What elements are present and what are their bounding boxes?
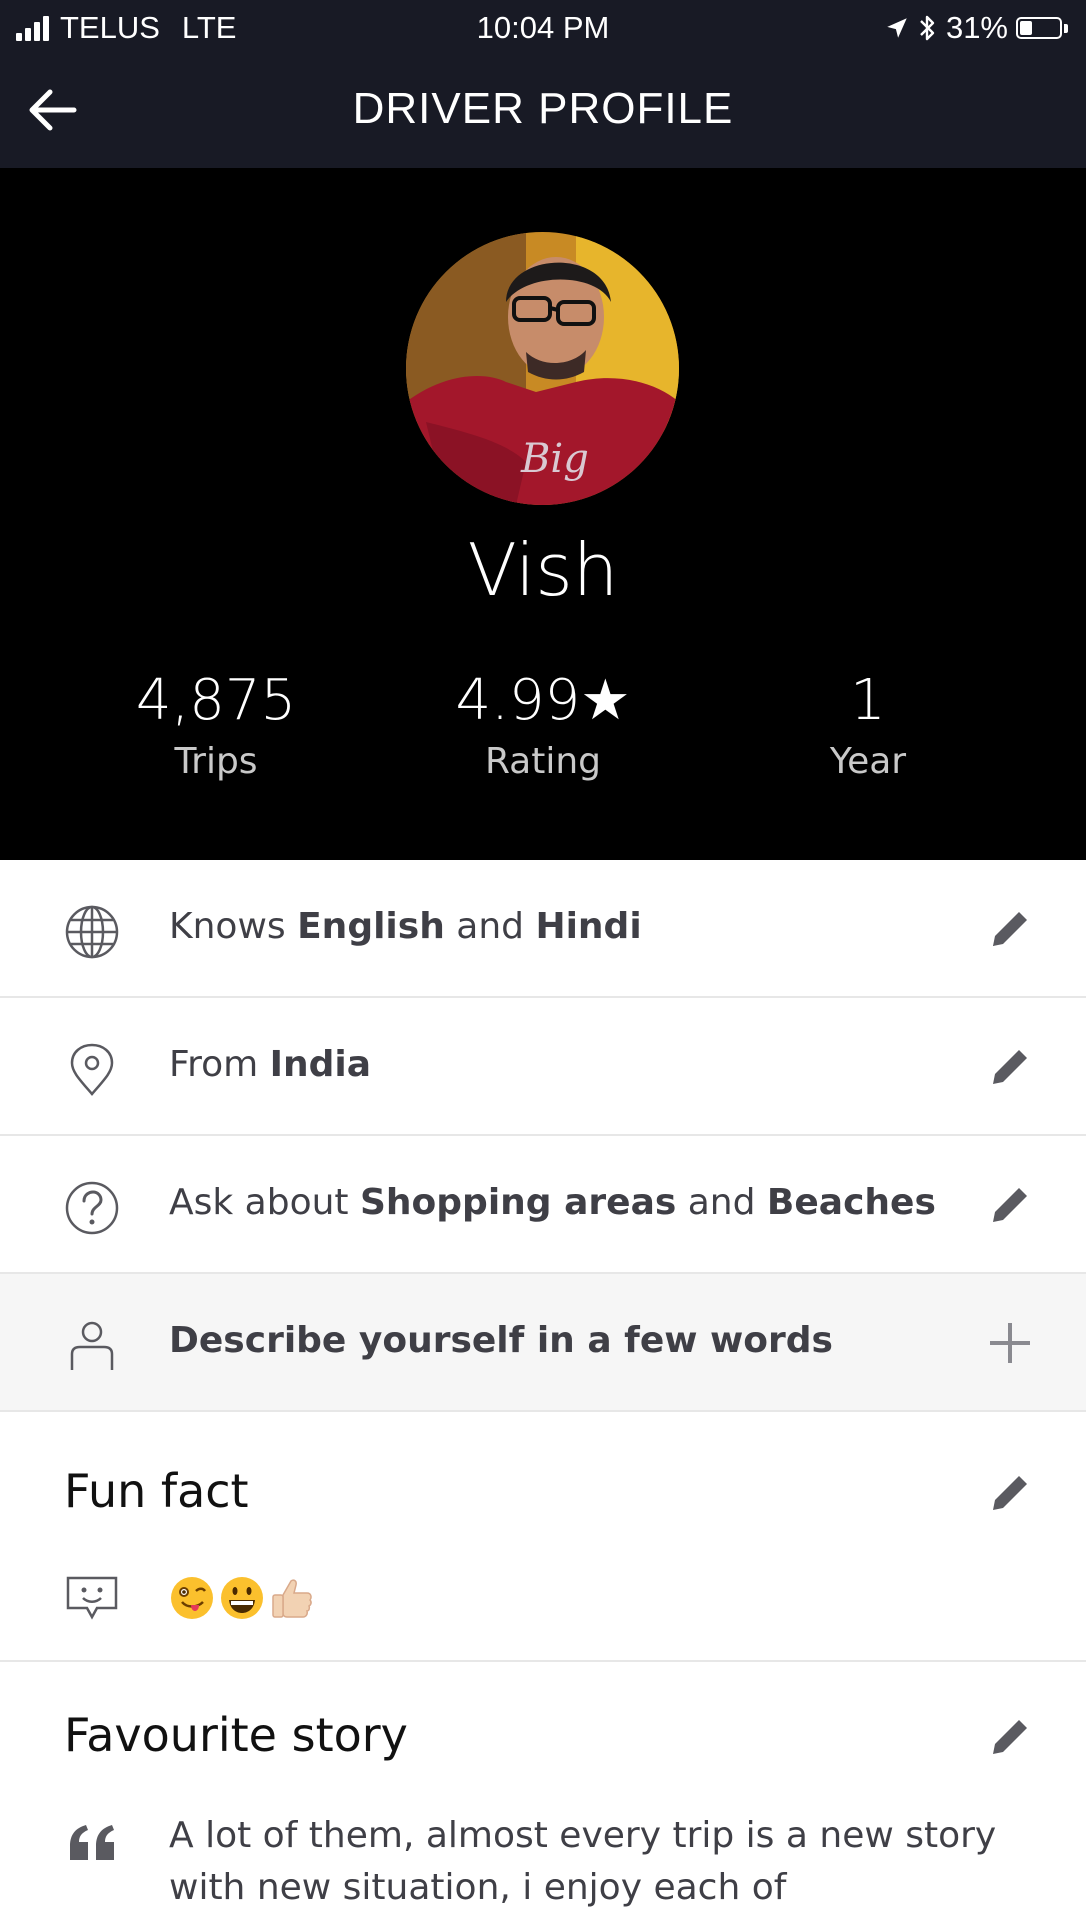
stat-value: 4,875	[135, 668, 297, 733]
stat-rating: 4.99★ Rating	[393, 668, 693, 782]
favourite-story-text: A lot of them, almost every trip is a ne…	[169, 1815, 997, 1908]
status-bar: TELUS LTE 10:04 PM 31%	[0, 0, 1086, 56]
describe-yourself-text: Describe yourself in a few words	[169, 1320, 833, 1361]
edit-pencil-icon[interactable]	[987, 1714, 1033, 1760]
globe-icon	[65, 905, 119, 959]
svg-text:Big: Big	[520, 436, 589, 482]
driver-photo: Big	[406, 232, 679, 505]
ask-about-text: Ask about Shopping areas and Beaches	[169, 1182, 936, 1223]
battery-tip	[1064, 23, 1068, 33]
driver-name: Vish	[467, 528, 619, 612]
bluetooth-icon	[920, 15, 935, 41]
languages-row[interactable]: Knows English and Hindi	[0, 860, 1086, 998]
page-title: DRIVER PROFILE	[352, 84, 734, 133]
stat-label: Trips	[174, 741, 258, 782]
stat-label: Year	[829, 741, 907, 782]
ask-topic-2: Beaches	[766, 1182, 936, 1223]
languages-text: Knows English and Hindi	[169, 906, 642, 947]
grinning-emoji	[221, 1577, 263, 1619]
ask-topic-1: Shopping areas	[360, 1182, 677, 1223]
thumbs-up-emoji	[272, 1579, 312, 1618]
winking-tongue-emoji	[171, 1577, 213, 1619]
edit-pencil-icon[interactable]	[987, 906, 1033, 952]
quote-icon	[70, 1825, 114, 1860]
status-right: 31%	[884, 10, 1068, 46]
section-divider	[0, 1660, 1086, 1662]
stat-label: Rating	[484, 741, 602, 782]
origin-row[interactable]: From India	[0, 998, 1086, 1136]
question-circle-icon	[65, 1181, 119, 1235]
favourite-story-title: Favourite story	[64, 1708, 408, 1762]
location-pin-icon	[70, 1043, 114, 1096]
battery-icon	[1016, 17, 1062, 39]
edit-pencil-icon[interactable]	[987, 1044, 1033, 1090]
edit-pencil-icon[interactable]	[987, 1182, 1033, 1228]
ask-about-row[interactable]: Ask about Shopping areas and Beaches	[0, 1136, 1086, 1274]
location-arrow-icon	[887, 18, 907, 38]
origin-text: From India	[169, 1044, 372, 1085]
chat-smile-icon	[66, 1576, 118, 1620]
stat-trips: 4,875 Trips	[66, 668, 366, 782]
profile-header: Big Vish 4,875 Trips 4.99★ Rating 1 Year	[0, 168, 1086, 860]
plus-icon[interactable]	[987, 1320, 1033, 1366]
nav-bar: DRIVER PROFILE	[0, 56, 1086, 168]
describe-yourself-row[interactable]: Describe yourself in a few words	[0, 1274, 1086, 1412]
fun-fact-title: Fun fact	[64, 1464, 249, 1518]
stat-value: 4.99★	[455, 668, 631, 733]
stat-years: 1 Year	[718, 668, 1018, 782]
avatar: Big	[406, 232, 679, 505]
language-secondary: Hindi	[535, 906, 642, 947]
stat-value: 1	[850, 668, 886, 733]
origin-country: India	[269, 1044, 372, 1085]
person-icon	[70, 1321, 114, 1370]
battery-percent: 31%	[945, 10, 1008, 45]
language-primary: English	[297, 906, 445, 947]
edit-pencil-icon[interactable]	[987, 1470, 1033, 1516]
